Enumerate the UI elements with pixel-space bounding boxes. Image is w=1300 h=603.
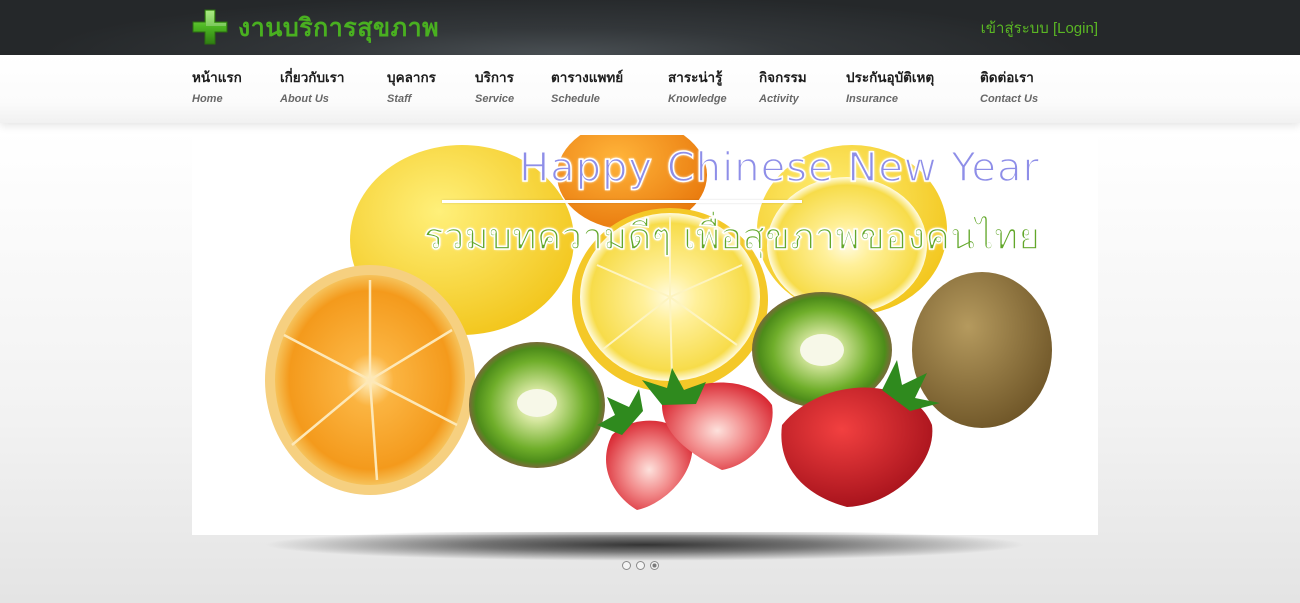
nav-item-label-en: Schedule	[551, 93, 600, 105]
nav-item-label-th: บุคลากร	[387, 70, 436, 86]
nav-item-activity[interactable]: กิจกรรม Activity	[759, 70, 807, 105]
login-link[interactable]: เข้าสู่ระบบ [Login]	[981, 16, 1098, 40]
nav-item-knowledge[interactable]: สาระน่ารู้ Knowledge	[668, 70, 727, 105]
nav-item-about-us[interactable]: เกี่ยวกับเรา About Us	[280, 70, 344, 105]
nav-item-label-en: Service	[475, 93, 515, 105]
nav-item-label-en: Staff	[387, 93, 412, 105]
site-logo[interactable]: งานบริการสุขภาพ	[192, 8, 439, 46]
hero-banner[interactable]: Happy Chinese New Year รวมบทความดีๆ เพื่…	[192, 135, 1098, 535]
nav-item-label-th: ติดต่อเรา	[980, 70, 1034, 86]
slider-dot-3[interactable]	[650, 561, 659, 570]
nav-item-label-th: ประกันอุบัติเหตุ	[846, 70, 935, 86]
nav-item-label-th: เกี่ยวกับเรา	[280, 70, 345, 86]
nav-item-label-en: Knowledge	[668, 93, 727, 105]
fruit-image	[265, 135, 1052, 510]
banner-title-th: รวมบทความดีๆ เพื่อสุขภาพของคนไทย	[423, 214, 1041, 259]
nav-item-label-th: กิจกรรม	[759, 70, 807, 86]
nav-item-label-en: Home	[192, 93, 223, 105]
nav-item-service[interactable]: บริการ Service	[475, 70, 514, 105]
nav-item-label-en: Contact Us	[980, 93, 1039, 105]
nav-item-home[interactable]: หน้าแรก Home	[192, 70, 242, 105]
nav-item-contact-us[interactable]: ติดต่อเรา Contact Us	[980, 70, 1038, 105]
banner-divider	[442, 200, 802, 203]
nav-item-label-en: Activity	[759, 93, 799, 105]
slider-pagination	[622, 561, 659, 570]
nav-item-label-en: Insurance	[846, 93, 898, 105]
nav-item-label-th: หน้าแรก	[192, 70, 242, 86]
site-title: งานบริการสุขภาพ	[238, 12, 440, 42]
slider-dot-1[interactable]	[622, 561, 631, 570]
nav-item-label-th: สาระน่ารู้	[668, 70, 723, 86]
nav-item-label-th: ตารางแพทย์	[551, 70, 624, 86]
banner-title-en: Happy Chinese New Year	[518, 144, 1040, 192]
nav-item-schedule[interactable]: ตารางแพทย์ Schedule	[551, 70, 623, 105]
nav-item-insurance[interactable]: ประกันอุบัติเหตุ Insurance	[846, 70, 934, 105]
top-bar: งานบริการสุขภาพ เข้าสู่ระบบ [Login]	[0, 0, 1300, 55]
slider-dot-2[interactable]	[636, 561, 645, 570]
nav-item-staff[interactable]: บุคลากร Staff	[387, 70, 436, 105]
nav-item-label-en: About Us	[280, 93, 329, 105]
nav-item-label-th: บริการ	[475, 70, 514, 86]
banner-shadow	[265, 532, 1025, 564]
main-nav: หน้าแรก Home เกี่ยวกับเรา About Us บุคลา…	[0, 55, 1300, 123]
medical-cross-icon	[192, 9, 228, 45]
